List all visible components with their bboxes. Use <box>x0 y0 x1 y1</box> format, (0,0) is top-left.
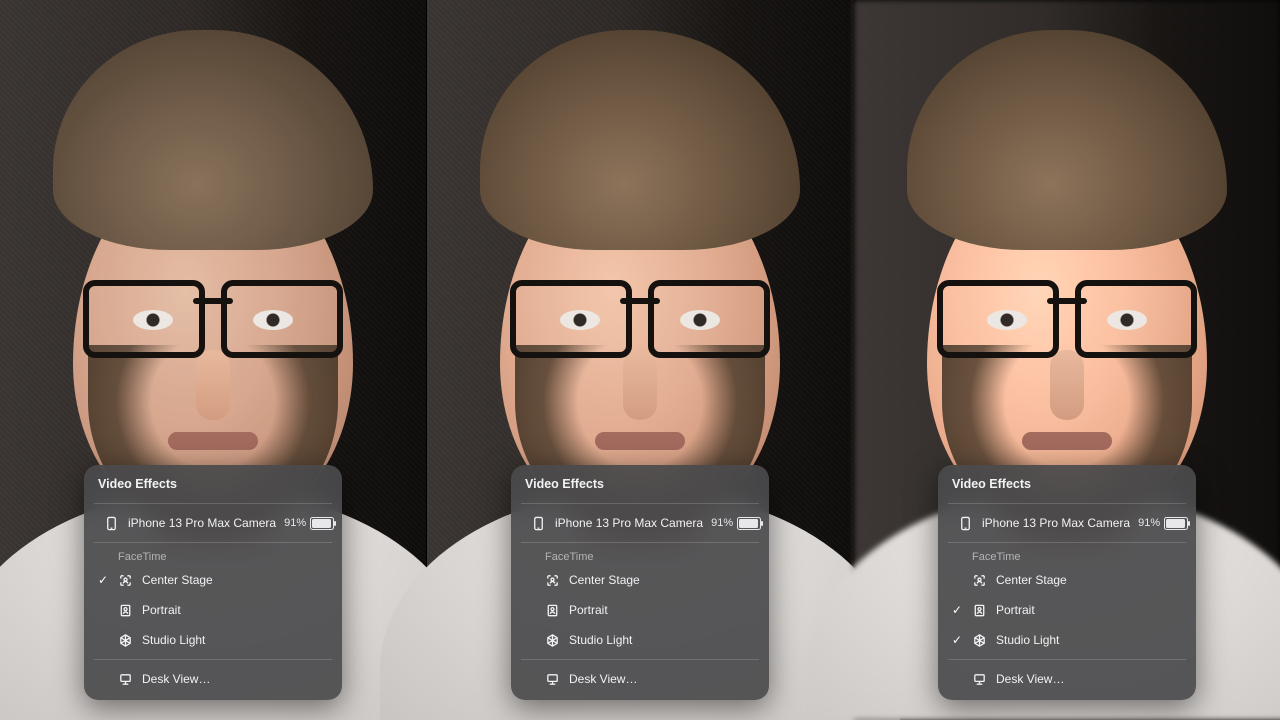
panel-title: Video Effects <box>84 475 342 499</box>
divider <box>948 659 1186 660</box>
studio-light-icon <box>118 633 134 648</box>
desk-view-icon <box>972 672 988 687</box>
effect-option-label: Portrait <box>142 603 330 617</box>
camera-pane: Video Effects iPhone 13 Pro Max Camera 9… <box>427 0 854 720</box>
effect-option-center-stage[interactable]: ✓ Center Stage <box>84 565 342 595</box>
effect-option-studio-light[interactable]: Studio Light <box>84 625 342 655</box>
effect-option-label: Studio Light <box>569 633 757 647</box>
effect-option-label: Portrait <box>996 603 1184 617</box>
effect-option-portrait[interactable]: Portrait <box>511 595 769 625</box>
effect-option-label: Center Stage <box>996 573 1184 587</box>
device-row[interactable]: iPhone 13 Pro Max Camera 91% <box>511 508 769 538</box>
effect-option-label: Studio Light <box>142 633 330 647</box>
comparison-row: Video Effects iPhone 13 Pro Max Camera 9… <box>0 0 1280 720</box>
portrait-icon <box>118 603 134 618</box>
desk-view-icon <box>118 672 134 687</box>
desk-view-label: Desk View… <box>142 672 330 686</box>
battery-icon <box>737 517 761 530</box>
smartphone-icon <box>958 516 974 531</box>
effect-option-label: Center Stage <box>569 573 757 587</box>
portrait-icon <box>972 603 988 618</box>
divider <box>521 503 759 504</box>
center-stage-icon <box>118 573 134 588</box>
effect-option-center-stage[interactable]: Center Stage <box>511 565 769 595</box>
section-header: FaceTime <box>938 547 1196 565</box>
checkmark-icon: ✓ <box>950 603 964 617</box>
studio-light-icon <box>972 633 988 648</box>
desk-view-item[interactable]: Desk View… <box>938 664 1196 694</box>
divider <box>94 503 332 504</box>
battery-status: 91% <box>1138 517 1188 530</box>
checkmark-icon: ✓ <box>96 573 110 587</box>
divider <box>521 659 759 660</box>
effect-option-center-stage[interactable]: Center Stage <box>938 565 1196 595</box>
battery-status: 91% <box>284 517 334 530</box>
video-effects-panel: Video Effects iPhone 13 Pro Max Camera 9… <box>84 465 342 700</box>
camera-pane: Video Effects iPhone 13 Pro Max Camera 9… <box>0 0 427 720</box>
divider <box>521 542 759 543</box>
portrait-icon <box>545 603 561 618</box>
section-header: FaceTime <box>511 547 769 565</box>
video-effects-panel: Video Effects iPhone 13 Pro Max Camera 9… <box>511 465 769 700</box>
video-effects-panel: Video Effects iPhone 13 Pro Max Camera 9… <box>938 465 1196 700</box>
checkmark-icon: ✓ <box>950 633 964 647</box>
desk-view-item[interactable]: Desk View… <box>511 664 769 694</box>
panel-title: Video Effects <box>938 475 1196 499</box>
device-label: iPhone 13 Pro Max Camera <box>128 516 276 530</box>
center-stage-icon <box>972 573 988 588</box>
battery-status: 91% <box>711 517 761 530</box>
device-label: iPhone 13 Pro Max Camera <box>555 516 703 530</box>
smartphone-icon <box>531 516 547 531</box>
effect-option-studio-light[interactable]: Studio Light <box>511 625 769 655</box>
camera-pane: Video Effects iPhone 13 Pro Max Camera 9… <box>854 0 1280 720</box>
center-stage-icon <box>545 573 561 588</box>
effect-option-label: Portrait <box>569 603 757 617</box>
effects-option-list: ✓ Center Stage Portrait Studio Light <box>84 565 342 655</box>
divider <box>948 503 1186 504</box>
divider <box>94 542 332 543</box>
effects-option-list: Center Stage ✓ Portrait ✓ Studio Light <box>938 565 1196 655</box>
effect-option-portrait[interactable]: ✓ Portrait <box>938 595 1196 625</box>
effect-option-label: Studio Light <box>996 633 1184 647</box>
device-row[interactable]: iPhone 13 Pro Max Camera 91% <box>938 508 1196 538</box>
device-row[interactable]: iPhone 13 Pro Max Camera 91% <box>84 508 342 538</box>
effect-option-label: Center Stage <box>142 573 330 587</box>
effect-option-studio-light[interactable]: ✓ Studio Light <box>938 625 1196 655</box>
effects-option-list: Center Stage Portrait Studio Light <box>511 565 769 655</box>
desk-view-label: Desk View… <box>569 672 757 686</box>
battery-icon <box>310 517 334 530</box>
smartphone-icon <box>104 516 120 531</box>
desk-view-icon <box>545 672 561 687</box>
battery-icon <box>1164 517 1188 530</box>
divider <box>94 659 332 660</box>
desk-view-label: Desk View… <box>996 672 1184 686</box>
studio-light-icon <box>545 633 561 648</box>
divider <box>948 542 1186 543</box>
panel-title: Video Effects <box>511 475 769 499</box>
desk-view-item[interactable]: Desk View… <box>84 664 342 694</box>
section-header: FaceTime <box>84 547 342 565</box>
effect-option-portrait[interactable]: Portrait <box>84 595 342 625</box>
device-label: iPhone 13 Pro Max Camera <box>982 516 1130 530</box>
